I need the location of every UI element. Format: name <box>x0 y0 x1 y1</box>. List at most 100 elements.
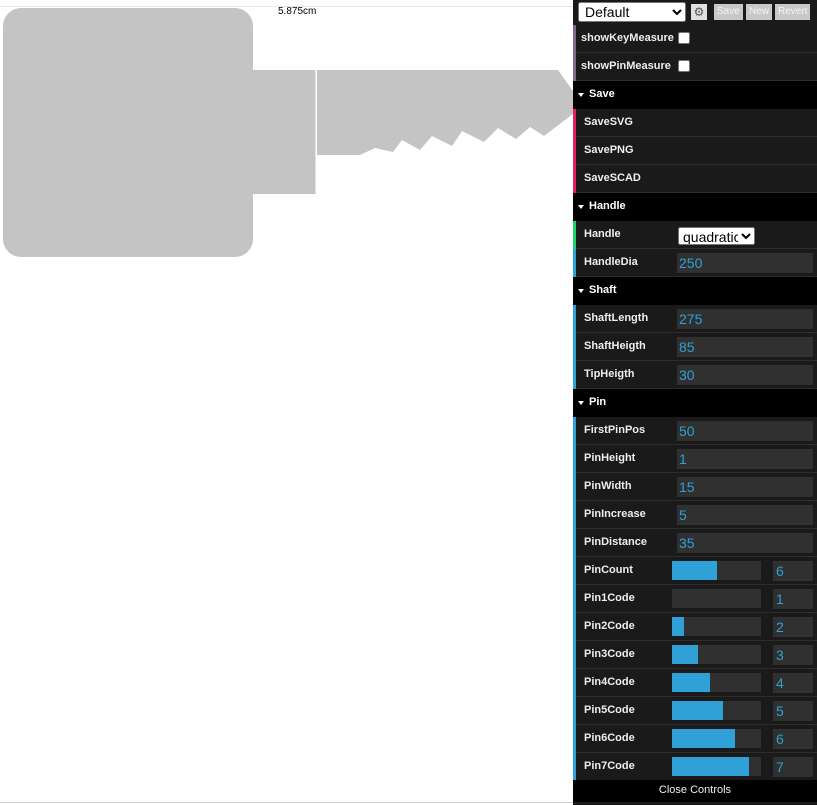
pin1-code-input[interactable]: 1 <box>773 589 813 609</box>
controls-panel: Default ⚙ Save New Revert showKeyMeasure… <box>573 0 817 805</box>
gear-icon[interactable]: ⚙ <box>691 4 707 20</box>
save-svg-button[interactable]: SaveSVG <box>573 109 817 137</box>
pin-increase-input[interactable]: 5 <box>677 505 813 525</box>
slider-label: Pin2Code <box>584 620 635 632</box>
pin-width-input[interactable]: 15 <box>677 477 813 497</box>
pin3-code-input[interactable]: 3 <box>773 645 813 665</box>
slider-label: PinCount <box>584 564 633 576</box>
row-color-bar <box>573 529 576 557</box>
pin1-code-slider[interactable] <box>672 589 761 608</box>
toggle-label: showPinMeasure <box>581 60 671 72</box>
number-label: PinWidth <box>584 480 632 492</box>
tip-height-row: TipHeigth 30 <box>573 361 817 389</box>
pin4-code-row: Pin4Code 4 <box>573 669 817 697</box>
number-label: ShaftHeigth <box>584 340 646 352</box>
row-color-bar <box>573 25 576 53</box>
preset-select[interactable]: Default <box>578 2 686 22</box>
pin4-code-slider[interactable] <box>672 673 761 692</box>
close-controls-button[interactable]: Close Controls <box>573 780 817 802</box>
slider-fill <box>672 729 736 748</box>
pin4-code-input[interactable]: 4 <box>773 673 813 693</box>
folder-title: Save <box>589 88 615 100</box>
pin-count-slider[interactable] <box>672 561 761 580</box>
pin-folder-header[interactable]: Pin <box>573 389 817 417</box>
function-label: SaveSVG <box>584 116 633 128</box>
row-color-bar <box>573 109 576 137</box>
save-scad-button[interactable]: SaveSCAD <box>573 165 817 193</box>
pin7-code-input[interactable]: 7 <box>773 757 813 777</box>
row-color-bar <box>573 165 576 193</box>
pin3-code-slider[interactable] <box>672 645 761 664</box>
new-button[interactable]: New <box>746 4 773 20</box>
pin-count-input[interactable]: 6 <box>773 561 813 581</box>
key-canvas: 5.875cm <box>0 0 573 805</box>
first-pin-pos-input[interactable]: 50 <box>677 421 813 441</box>
row-color-bar <box>573 725 576 753</box>
save-folder-header[interactable]: Save <box>573 81 817 109</box>
show-key-measure-checkbox[interactable] <box>678 32 690 44</box>
pin5-code-input[interactable]: 5 <box>773 701 813 721</box>
shaft-length-row: ShaftLength 275 <box>573 305 817 333</box>
revert-button[interactable]: Revert <box>775 4 811 20</box>
shaft-folder-header[interactable]: Shaft <box>573 277 817 305</box>
pin-increase-row: PinIncrease 5 <box>573 501 817 529</box>
toggle-row-show-pin-measure[interactable]: showPinMeasure <box>573 53 817 81</box>
save-png-button[interactable]: SavePNG <box>573 137 817 165</box>
pin-distance-input[interactable]: 35 <box>677 533 813 553</box>
pin6-code-slider[interactable] <box>672 729 761 748</box>
handle-dia-input[interactable]: 250 <box>677 253 813 273</box>
tip-height-input[interactable]: 30 <box>677 365 813 385</box>
pin2-code-input[interactable]: 2 <box>773 617 813 637</box>
slider-fill <box>672 561 717 580</box>
pin-width-row: PinWidth 15 <box>573 473 817 501</box>
number-label: HandleDia <box>584 256 638 268</box>
row-color-bar <box>573 557 576 585</box>
pin-height-row: PinHeight 1 <box>573 445 817 473</box>
toggle-row-show-key-measure[interactable]: showKeyMeasure <box>573 25 817 53</box>
row-color-bar <box>573 249 576 277</box>
pin-count-row: PinCount 6 <box>573 557 817 585</box>
row-color-bar <box>573 221 576 249</box>
number-label: TipHeigth <box>584 368 635 380</box>
pin6-code-input[interactable]: 6 <box>773 729 813 749</box>
row-color-bar <box>573 641 576 669</box>
row-color-bar <box>573 501 576 529</box>
option-label: Handle <box>584 228 621 240</box>
caret-down-icon <box>578 401 584 405</box>
slider-fill <box>672 617 685 636</box>
pin-distance-row: PinDistance 35 <box>573 529 817 557</box>
slider-label: Pin4Code <box>584 676 635 688</box>
row-color-bar <box>573 361 576 389</box>
key-drawing <box>3 8 573 257</box>
number-label: PinHeight <box>584 452 636 464</box>
pin7-code-slider[interactable] <box>672 757 761 776</box>
caret-down-icon <box>578 289 584 293</box>
key-handle <box>3 8 253 257</box>
slider-label: Pin3Code <box>584 648 635 660</box>
folder-title: Pin <box>589 396 607 408</box>
pin2-code-slider[interactable] <box>672 617 761 636</box>
slider-label: Pin5Code <box>584 704 635 716</box>
pin2-code-row: Pin2Code 2 <box>573 613 817 641</box>
folder-title: Handle <box>589 200 626 212</box>
toggle-label: showKeyMeasure <box>581 32 674 44</box>
folder-title: Shaft <box>589 284 617 296</box>
row-color-bar <box>573 753 576 781</box>
row-color-bar <box>573 333 576 361</box>
first-pin-pos-row: FirstPinPos 50 <box>573 417 817 445</box>
shaft-height-input[interactable]: 85 <box>677 337 813 357</box>
row-color-bar <box>573 445 576 473</box>
pin5-code-slider[interactable] <box>672 701 761 720</box>
save-button[interactable]: Save <box>714 4 743 20</box>
handle-folder-header[interactable]: Handle <box>573 193 817 221</box>
row-color-bar <box>573 697 576 725</box>
row-color-bar <box>573 613 576 641</box>
shaft-length-input[interactable]: 275 <box>677 309 813 329</box>
key-neck <box>253 70 316 194</box>
handle-dia-row: HandleDia 250 <box>573 249 817 277</box>
slider-fill <box>672 701 723 720</box>
function-label: SavePNG <box>584 144 634 156</box>
show-pin-measure-checkbox[interactable] <box>678 60 690 72</box>
handle-type-select[interactable]: quadratic <box>678 227 755 245</box>
pin-height-input[interactable]: 1 <box>677 449 813 469</box>
